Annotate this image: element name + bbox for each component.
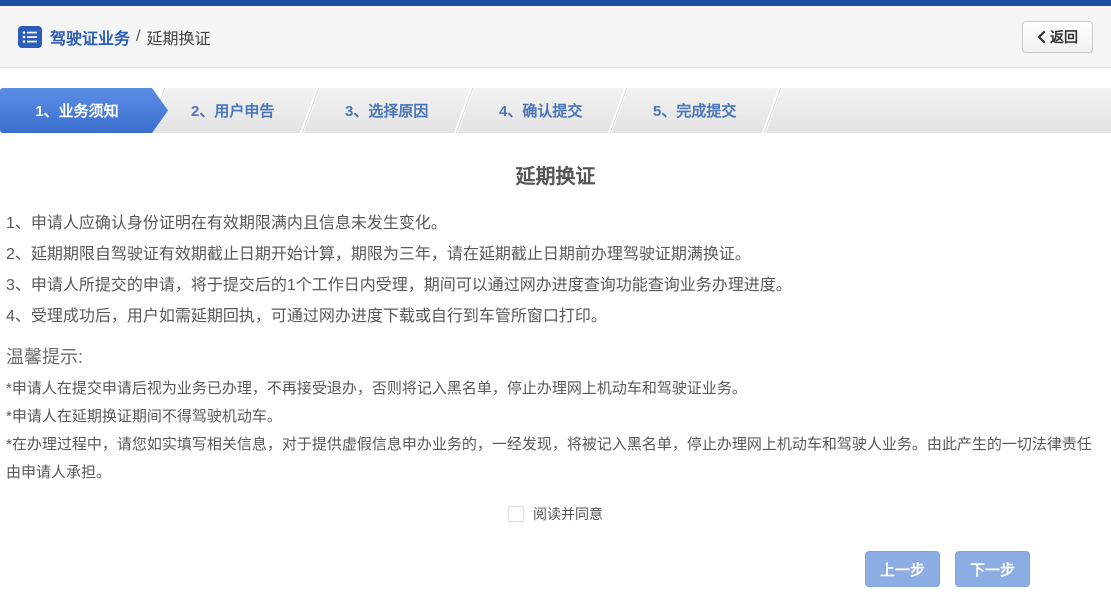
step-label: 3、选择原因 [345, 100, 428, 121]
step-4-confirm-submit[interactable]: 4、确认提交 [456, 88, 624, 133]
step-5-complete-submit[interactable]: 5、完成提交 [610, 88, 778, 133]
notice-item-2: 2、延期期限自驾驶证有效期截止日期开始计算，期限为三年，请在延期截止日期前办理驾… [6, 239, 1105, 270]
breadcrumb-current-page: 延期换证 [146, 25, 210, 49]
step-bar-filler [764, 88, 1111, 133]
footer-buttons: 上一步 下一步 [865, 551, 1030, 587]
step-label: 2、用户申告 [191, 100, 274, 121]
back-button[interactable]: 返回 [1022, 21, 1093, 53]
notice-item-4: 4、受理成功后，用户如需延期回执，可通过网办进度下载或自行到车管所窗口打印。 [6, 301, 1105, 332]
tip-item-1: *申请人在提交申请后视为业务已办理，不再接受退办，否则将记入黑名单，停止办理网上… [6, 375, 1105, 403]
step-3-select-reason[interactable]: 3、选择原因 [302, 88, 470, 133]
step-label: 5、完成提交 [653, 100, 736, 121]
chevron-left-icon [1037, 31, 1045, 43]
header: 驾驶证业务 / 延期换证 返回 [0, 6, 1111, 68]
tip-item-3: *在办理过程中，请您如实填写相关信息，对于提供虚假信息申办业务的，一经发现，将被… [6, 431, 1105, 487]
breadcrumb-separator: / [136, 28, 140, 46]
step-1-business-notice[interactable]: 1、业务须知 [0, 88, 168, 133]
breadcrumb-business-link[interactable]: 驾驶证业务 [50, 25, 130, 49]
step-wizard-bar: 1、业务须知 2、用户申告 3、选择原因 4、确认提交 5、完成提交 [0, 88, 1111, 133]
notice-list: 1、申请人应确认身份证明在有效期限满内且信息未发生变化。 2、延期期限自驾驶证有… [6, 208, 1105, 332]
agree-label[interactable]: 阅读并同意 [533, 504, 603, 524]
back-button-label: 返回 [1050, 27, 1078, 47]
tips-list: *申请人在提交申请后视为业务已办理，不再接受退办，否则将记入黑名单，停止办理网上… [6, 375, 1105, 487]
notice-item-3: 3、申请人所提交的申请，将于提交后的1个工作日内受理，期间可以通过网办进度查询功… [6, 270, 1105, 301]
previous-step-button[interactable]: 上一步 [865, 551, 940, 587]
step-2-user-declaration[interactable]: 2、用户申告 [148, 88, 316, 133]
breadcrumb: 驾驶证业务 / 延期换证 [50, 25, 210, 49]
tip-item-2: *申请人在延期换证期间不得驾驶机动车。 [6, 403, 1105, 431]
list-icon [18, 26, 42, 48]
main-content: 延期换证 1、申请人应确认身份证明在有效期限满内且信息未发生变化。 2、延期期限… [0, 160, 1111, 524]
step-label: 1、业务须知 [35, 100, 118, 121]
step-label: 4、确认提交 [499, 100, 582, 121]
agree-checkbox[interactable] [508, 506, 524, 522]
page-title: 延期换证 [6, 160, 1105, 189]
page: 驾驶证业务 / 延期换证 返回 1、业务须知 2、用户申告 3、选择原因 4、确… [0, 0, 1111, 609]
next-step-button[interactable]: 下一步 [955, 551, 1030, 587]
notice-item-1: 1、申请人应确认身份证明在有效期限满内且信息未发生变化。 [6, 208, 1105, 239]
agree-row: 阅读并同意 [6, 504, 1105, 524]
tips-title: 温馨提示: [6, 343, 1105, 369]
